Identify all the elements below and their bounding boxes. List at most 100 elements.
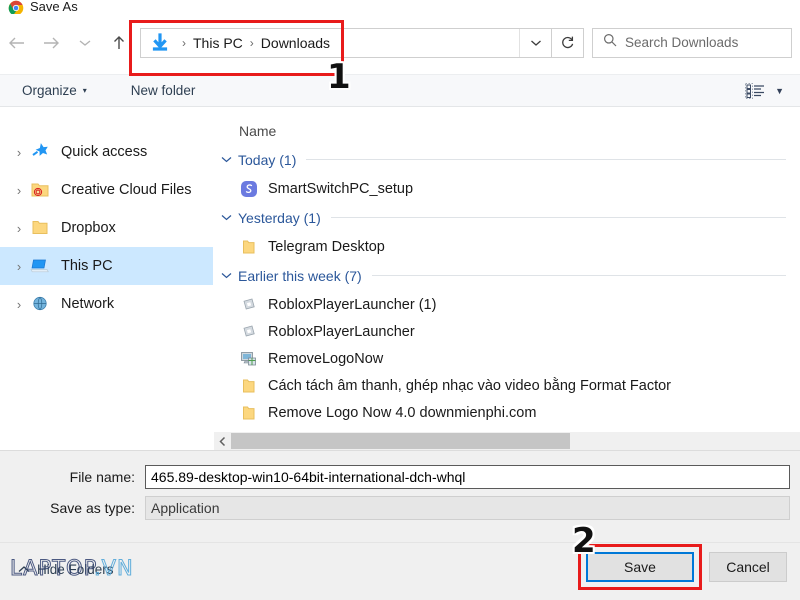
- organize-label: Organize: [22, 83, 77, 98]
- roblox-icon: [240, 296, 259, 314]
- sidebar-label-creative-cloud-files: Creative Cloud Files: [61, 182, 192, 198]
- annotation-number-2: 2: [572, 521, 596, 561]
- recent-locations-button[interactable]: [68, 24, 102, 62]
- network-icon: [30, 294, 52, 314]
- navigation-pane: › Quick access › Creative Cloud Files › …: [0, 107, 214, 450]
- chevron-down-icon[interactable]: [220, 212, 232, 224]
- chevron-down-icon[interactable]: [220, 154, 232, 166]
- title-bar: Save As: [0, 0, 800, 14]
- save-as-type-label: Save as type:: [50, 500, 135, 516]
- breadcrumb-separator-2: ›: [249, 35, 254, 50]
- file-name-input[interactable]: 465.89-desktop-win10-64bit-international…: [145, 465, 790, 489]
- cancel-button[interactable]: Cancel: [709, 552, 787, 582]
- file-form-area: File name: 465.89-desktop-win10-64bit-in…: [0, 450, 800, 542]
- chevron-right-icon[interactable]: ›: [8, 297, 30, 312]
- back-button[interactable]: [0, 24, 34, 62]
- save-as-type-row: Save as type: Application: [0, 496, 790, 520]
- creative-cloud-icon: [30, 180, 52, 200]
- breadcrumb-separator: ›: [182, 35, 186, 50]
- chevron-left-icon[interactable]: [214, 432, 231, 450]
- list-item[interactable]: RemoveLogoNow: [214, 345, 800, 372]
- installer-icon: [240, 350, 259, 368]
- cancel-button-label: Cancel: [726, 559, 770, 575]
- refresh-button[interactable]: [552, 27, 584, 58]
- breadcrumb-item-this-pc[interactable]: This PC: [193, 35, 243, 51]
- new-folder-label: New folder: [130, 83, 196, 98]
- save-as-type-select[interactable]: Application: [145, 496, 790, 520]
- file-name-label: Telegram Desktop: [268, 238, 385, 255]
- chevron-up-icon: [18, 564, 30, 576]
- folder-icon: [30, 218, 52, 238]
- save-as-dialog: Save As › This PC › Downloads Search Dow…: [0, 0, 800, 600]
- breadcrumb-item-downloads[interactable]: Downloads: [261, 35, 330, 51]
- file-name-label: File name:: [69, 469, 135, 485]
- chevron-right-icon[interactable]: ›: [8, 183, 30, 198]
- forward-button[interactable]: [34, 24, 68, 62]
- file-name-label: SmartSwitchPC_setup: [268, 180, 414, 197]
- sidebar-item-dropbox[interactable]: › Dropbox: [0, 209, 213, 247]
- chevron-right-icon[interactable]: ›: [8, 145, 30, 160]
- search-input[interactable]: Search Downloads: [625, 35, 738, 50]
- save-button[interactable]: Save: [586, 552, 694, 582]
- toolbar-right-group: ▼: [745, 82, 800, 99]
- sidebar-item-creative-cloud-files[interactable]: › Creative Cloud Files: [0, 171, 213, 209]
- chevron-down-icon[interactable]: [220, 270, 232, 282]
- column-header-name-label: Name: [239, 123, 277, 139]
- smartswitch-icon: [240, 180, 259, 198]
- hide-folders-button[interactable]: Hide Folders: [18, 562, 114, 577]
- annotation-number-1: 1: [327, 57, 351, 97]
- file-name-label: RobloxPlayerLauncher (1): [268, 296, 437, 313]
- horizontal-scrollbar[interactable]: [214, 432, 800, 450]
- new-folder-button[interactable]: New folder: [123, 78, 204, 104]
- list-item[interactable]: Remove Logo Now 4.0 downmienphi.com: [214, 399, 800, 426]
- organize-button[interactable]: Organize ▾: [14, 78, 95, 104]
- window-title: Save As: [30, 0, 78, 14]
- list-view-icon[interactable]: [745, 82, 765, 99]
- group-header-earlier-this-week[interactable]: Earlier this week (7): [214, 260, 800, 291]
- file-name-row: File name: 465.89-desktop-win10-64bit-in…: [0, 465, 790, 489]
- command-toolbar: Organize ▾ New folder ▼: [0, 74, 800, 107]
- folder-icon: [240, 377, 259, 395]
- search-icon: [603, 33, 617, 52]
- chevron-right-icon[interactable]: ›: [8, 259, 30, 274]
- sidebar-label-network: Network: [61, 296, 115, 312]
- sidebar-label-this-pc: This PC: [61, 258, 113, 274]
- list-item[interactable]: Cách tách âm thanh, ghép nhạc vào video …: [214, 372, 800, 399]
- chrome-icon: [8, 0, 24, 14]
- folder-icon: [240, 238, 259, 256]
- group-header-today[interactable]: Today (1): [214, 144, 800, 175]
- search-box[interactable]: Search Downloads: [592, 27, 792, 58]
- list-item[interactable]: SmartSwitchPC_setup: [214, 175, 800, 202]
- chevron-down-icon: ▾: [82, 86, 87, 95]
- star-icon: [30, 142, 52, 162]
- breadcrumb-dropdown-icon[interactable]: [519, 28, 551, 57]
- sidebar-item-this-pc[interactable]: › This PC: [0, 247, 213, 285]
- roblox-icon: [240, 323, 259, 341]
- group-header-yesterday[interactable]: Yesterday (1): [214, 202, 800, 233]
- sidebar-item-quick-access[interactable]: › Quick access: [0, 133, 213, 171]
- hide-folders-label: Hide Folders: [37, 562, 114, 577]
- downloads-arrow-icon: [149, 32, 171, 54]
- save-button-label: Save: [624, 559, 656, 575]
- dialog-body: › Quick access › Creative Cloud Files › …: [0, 107, 800, 450]
- navigation-bar: › This PC › Downloads Search Downloads: [0, 16, 800, 70]
- list-item[interactable]: RobloxPlayerLauncher: [214, 318, 800, 345]
- file-name-label: Remove Logo Now 4.0 downmienphi.com: [268, 404, 537, 421]
- view-dropdown-icon[interactable]: ▼: [775, 86, 784, 96]
- up-button[interactable]: [102, 24, 136, 62]
- sidebar-item-network[interactable]: › Network: [0, 285, 213, 323]
- folder-icon: [240, 404, 259, 422]
- sidebar-label-quick-access: Quick access: [61, 144, 148, 160]
- file-name-label: Cách tách âm thanh, ghép nhạc vào video …: [268, 377, 672, 394]
- group-label-earlier-this-week: Earlier this week (7): [238, 267, 362, 284]
- group-separator-line: [306, 159, 786, 160]
- group-label-today: Today (1): [238, 151, 297, 168]
- address-breadcrumb-bar[interactable]: › This PC › Downloads: [140, 27, 552, 58]
- chevron-right-icon[interactable]: ›: [8, 221, 30, 236]
- group-label-yesterday: Yesterday (1): [238, 209, 321, 226]
- list-item[interactable]: Telegram Desktop: [214, 233, 800, 260]
- this-pc-icon: [30, 256, 52, 276]
- list-item[interactable]: RobloxPlayerLauncher (1): [214, 291, 800, 318]
- column-header-name[interactable]: Name: [214, 118, 800, 144]
- scrollbar-thumb[interactable]: [231, 433, 570, 449]
